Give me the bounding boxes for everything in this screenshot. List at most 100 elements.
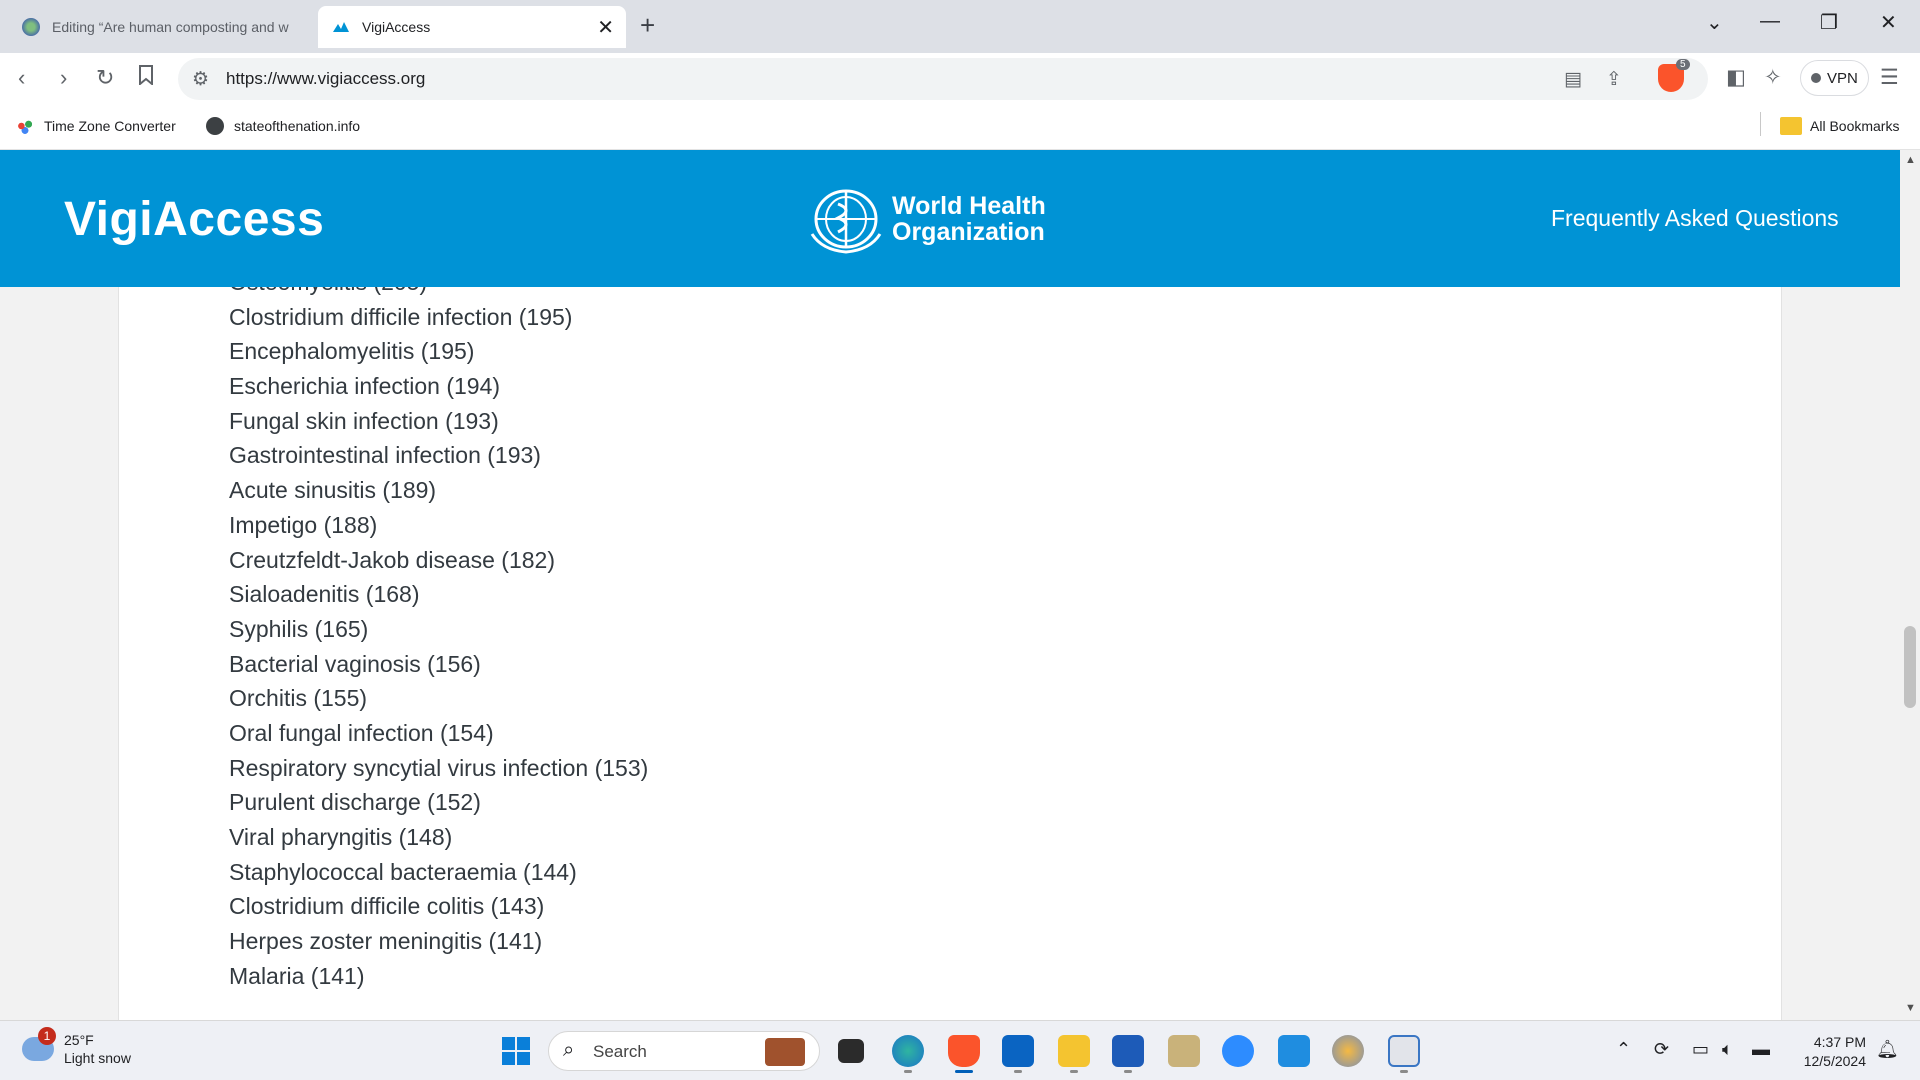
share-icon[interactable]: ⇪ xyxy=(1606,68,1622,91)
globe-icon xyxy=(206,117,224,135)
zoom-icon[interactable] xyxy=(1222,1035,1254,1067)
outlook-running-indicator xyxy=(1014,1070,1022,1073)
reaction-item: Bacterial vaginosis (156) xyxy=(229,650,481,677)
reaction-item: Acute sinusitis (189) xyxy=(229,477,437,504)
tab-vigiaccess[interactable]: VigiAccess ✕ xyxy=(318,6,626,48)
clock-date: 12/5/2024 xyxy=(1803,1053,1866,1069)
reaction-item: Clostridium difficile colitis (143) xyxy=(229,893,545,920)
browser-toolbar: ‹ › ↻ ⚙ https://www.vigiaccess.org ▤ ⇪ 5… xyxy=(0,53,1920,105)
bookmarks-separator xyxy=(1760,112,1761,136)
browser-tab-strip: Editing “Are human composting and w Vigi… xyxy=(0,0,1920,53)
back-icon[interactable]: ‹ xyxy=(18,65,25,91)
notes-icon[interactable] xyxy=(1168,1035,1200,1067)
show-hidden-icons-icon[interactable]: ⌃ xyxy=(1616,1039,1631,1060)
reaction-item: Purulent discharge (152) xyxy=(229,789,481,816)
reaction-item: Herpes zoster meningitis (141) xyxy=(229,928,543,955)
minimize-window-icon[interactable]: — xyxy=(1760,10,1780,33)
tab-editing[interactable]: Editing “Are human composting and w xyxy=(8,6,312,48)
system-clock[interactable]: 4:37 PM 12/5/2024 xyxy=(1796,1033,1866,1071)
brave-icon[interactable] xyxy=(948,1035,980,1067)
snipping-tool-icon[interactable] xyxy=(1388,1035,1420,1067)
reaction-item: Oral fungal infection (154) xyxy=(229,719,494,746)
word-icon[interactable] xyxy=(1112,1035,1144,1067)
bookmark-label: Time Zone Converter xyxy=(44,118,176,134)
snipping-running-indicator xyxy=(1400,1070,1408,1073)
reaction-item: Gastrointestinal infection (193) xyxy=(229,442,541,469)
reaction-item: Escherichia infection (194) xyxy=(229,373,501,400)
restore-window-icon[interactable]: ❐ xyxy=(1820,10,1838,35)
bookmarks-bar: Time Zone Converter stateofthenation.inf… xyxy=(0,105,1920,150)
page-scrollbar[interactable]: ▲ ▼ xyxy=(1900,150,1920,1020)
word-running-indicator xyxy=(1124,1070,1132,1073)
shields-count-badge: 5 xyxy=(1676,59,1690,70)
reaction-item: Orchitis (155) xyxy=(229,685,368,712)
close-tab-icon[interactable]: ✕ xyxy=(597,15,614,40)
vpn-button[interactable]: VPN xyxy=(1800,60,1869,96)
reaction-item: Malaria (141) xyxy=(229,962,365,989)
sync-icon[interactable]: ⟳ xyxy=(1654,1039,1669,1060)
tab-title: Editing “Are human composting and w xyxy=(52,19,289,35)
bookmark-page-icon[interactable] xyxy=(138,65,154,91)
search-icon: ⌕ xyxy=(563,1039,575,1061)
reaction-item: Syphilis (165) xyxy=(229,615,369,642)
reaction-item: Encephalomyelitis (195) xyxy=(229,338,475,365)
who-line1: World Health xyxy=(892,192,1046,220)
clock-time: 4:37 PM xyxy=(1813,1034,1866,1050)
new-tab-button[interactable]: + xyxy=(640,10,655,41)
who-emblem-icon xyxy=(810,189,882,254)
reaction-item: Staphylococcal bacteraemia (144) xyxy=(229,858,577,885)
vpn-shield-icon[interactable] xyxy=(1278,1035,1310,1067)
outlook-icon[interactable] xyxy=(1002,1035,1034,1067)
wordpress-site-favicon-icon xyxy=(22,18,40,36)
reaction-item: Sialoadenitis (168) xyxy=(229,581,420,608)
forward-icon[interactable]: › xyxy=(60,65,67,91)
search-label: Search xyxy=(593,1042,647,1061)
battery-icon[interactable]: ▬ xyxy=(1752,1039,1770,1060)
colorful-dots-icon xyxy=(16,117,34,135)
menu-icon[interactable]: ☰ xyxy=(1880,65,1899,90)
reader-mode-icon[interactable]: ▤ xyxy=(1564,68,1582,91)
sidebar-toggle-icon[interactable]: ◧ xyxy=(1726,65,1746,90)
scroll-down-arrow-icon[interactable]: ▼ xyxy=(1905,1002,1916,1014)
tab-title: VigiAccess xyxy=(362,19,431,35)
weather-temp: 25°F xyxy=(64,1032,94,1048)
bookmark-time-zone-converter[interactable]: Time Zone Converter xyxy=(16,117,176,135)
leo-ai-icon[interactable]: ✧ xyxy=(1764,65,1782,90)
reaction-item: Impetigo (188) xyxy=(229,511,378,538)
folder-icon[interactable] xyxy=(1058,1035,1090,1067)
network-icon[interactable]: ▭ xyxy=(1692,1039,1709,1060)
scroll-thumb[interactable] xyxy=(1904,626,1916,708)
weather-alert-badge: 1 xyxy=(38,1027,56,1045)
all-bookmarks-button[interactable]: All Bookmarks xyxy=(1780,117,1899,135)
reaction-item: Viral pharyngitis (148) xyxy=(229,824,453,850)
taskbar-search[interactable]: ⌕ Search xyxy=(548,1031,820,1071)
scroll-up-arrow-icon[interactable]: ▲ xyxy=(1905,154,1916,166)
weather-widget[interactable]: 1 25°F Light snow xyxy=(22,1027,131,1067)
weather-app-icon[interactable] xyxy=(1332,1035,1364,1067)
adverse-reaction-list: Osteomyelitis (205)Clostridium difficile… xyxy=(229,265,648,993)
close-window-icon[interactable]: ✕ xyxy=(1880,10,1897,35)
reaction-item: Clostridium difficile infection (195) xyxy=(229,303,573,330)
all-bookmarks-label: All Bookmarks xyxy=(1810,118,1900,134)
results-card: Osteomyelitis (205)Clostridium difficile… xyxy=(118,269,1782,1020)
site-header: VigiAccess World Health Organization Fre… xyxy=(0,150,1900,287)
start-button[interactable] xyxy=(502,1037,530,1065)
vpn-label: VPN xyxy=(1827,69,1858,87)
file-explorer-icon[interactable] xyxy=(838,1039,864,1063)
snow-cloud-icon: 1 xyxy=(22,1027,56,1061)
volume-icon[interactable]: 🔈︎ xyxy=(1722,1039,1733,1060)
vigiaccess-logo[interactable]: VigiAccess xyxy=(64,192,324,247)
site-settings-icon[interactable]: ⚙ xyxy=(192,68,209,91)
edge-icon[interactable] xyxy=(892,1035,924,1067)
faq-link[interactable]: Frequently Asked Questions xyxy=(1551,205,1839,232)
address-bar[interactable]: ⚙ https://www.vigiaccess.org ▤ ⇪ 5 xyxy=(178,58,1708,100)
who-logo[interactable]: World Health Organization xyxy=(808,184,1046,254)
reload-icon[interactable]: ↻ xyxy=(96,65,114,91)
bookmark-label: stateofthenation.info xyxy=(234,118,361,134)
search-highlight-image xyxy=(765,1038,805,1066)
notification-bell-icon[interactable]: 🔔︎ xyxy=(1876,1039,1899,1060)
reaction-item: Respiratory syncytial virus infection (1… xyxy=(229,754,649,781)
bookmark-stateofthenation[interactable]: stateofthenation.info xyxy=(206,117,360,135)
tab-search-chevron-icon[interactable]: ⌄ xyxy=(1706,10,1723,35)
folder-running-indicator xyxy=(1070,1070,1078,1073)
